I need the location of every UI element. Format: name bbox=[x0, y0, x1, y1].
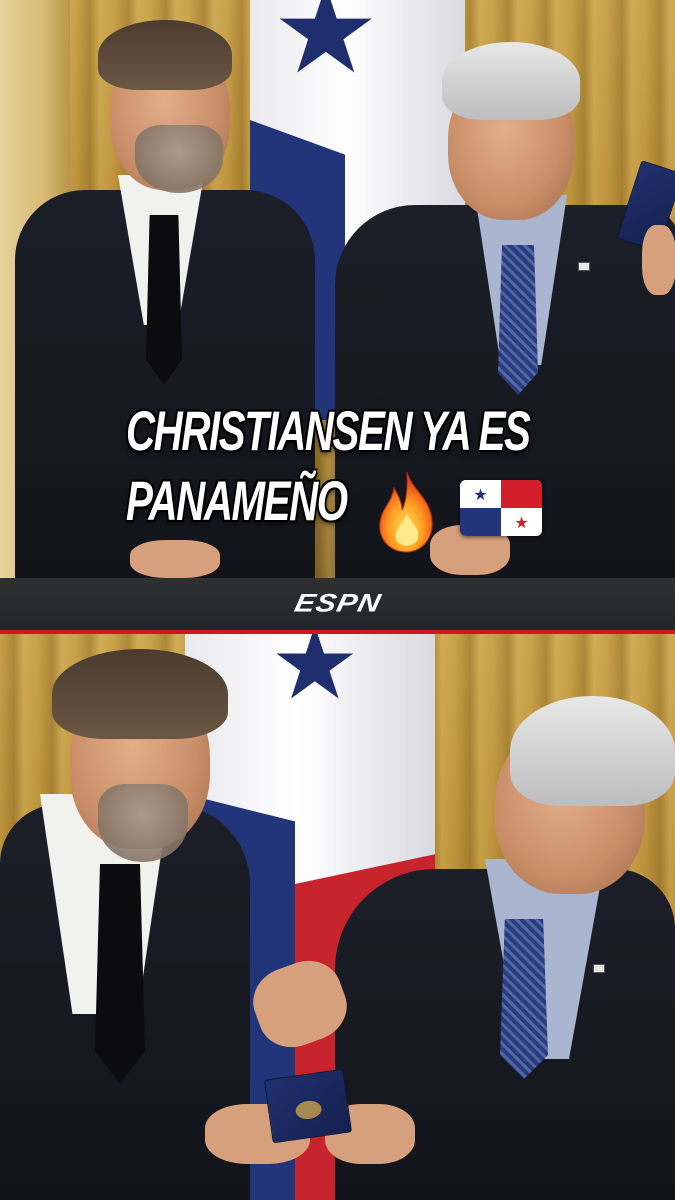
bottom-photo: ★ bbox=[0, 634, 675, 1200]
tie bbox=[146, 215, 182, 385]
man-left bbox=[0, 634, 310, 1200]
espn-logo-text: ESPN bbox=[291, 589, 384, 618]
tie bbox=[95, 864, 145, 1084]
panama-flag-emoji: ★ ★ bbox=[460, 480, 542, 536]
coat-of-arms-icon bbox=[294, 1099, 323, 1121]
lapel-pin bbox=[578, 262, 590, 271]
passport bbox=[263, 1068, 353, 1144]
headline-line-1: CHRISTIANSEN YA ES bbox=[126, 399, 531, 462]
espn-banner: ESPN bbox=[0, 578, 675, 630]
man-right bbox=[244, 634, 675, 1200]
espn-logo: ESPN bbox=[0, 578, 675, 630]
top-photo: ★ CHRISTIANSEN YA ES PANAMEÑO ★ ★ bbox=[0, 0, 675, 578]
lapel-pin bbox=[593, 964, 605, 973]
tie bbox=[500, 919, 548, 1079]
tie bbox=[498, 245, 538, 395]
fire-icon bbox=[379, 471, 433, 553]
